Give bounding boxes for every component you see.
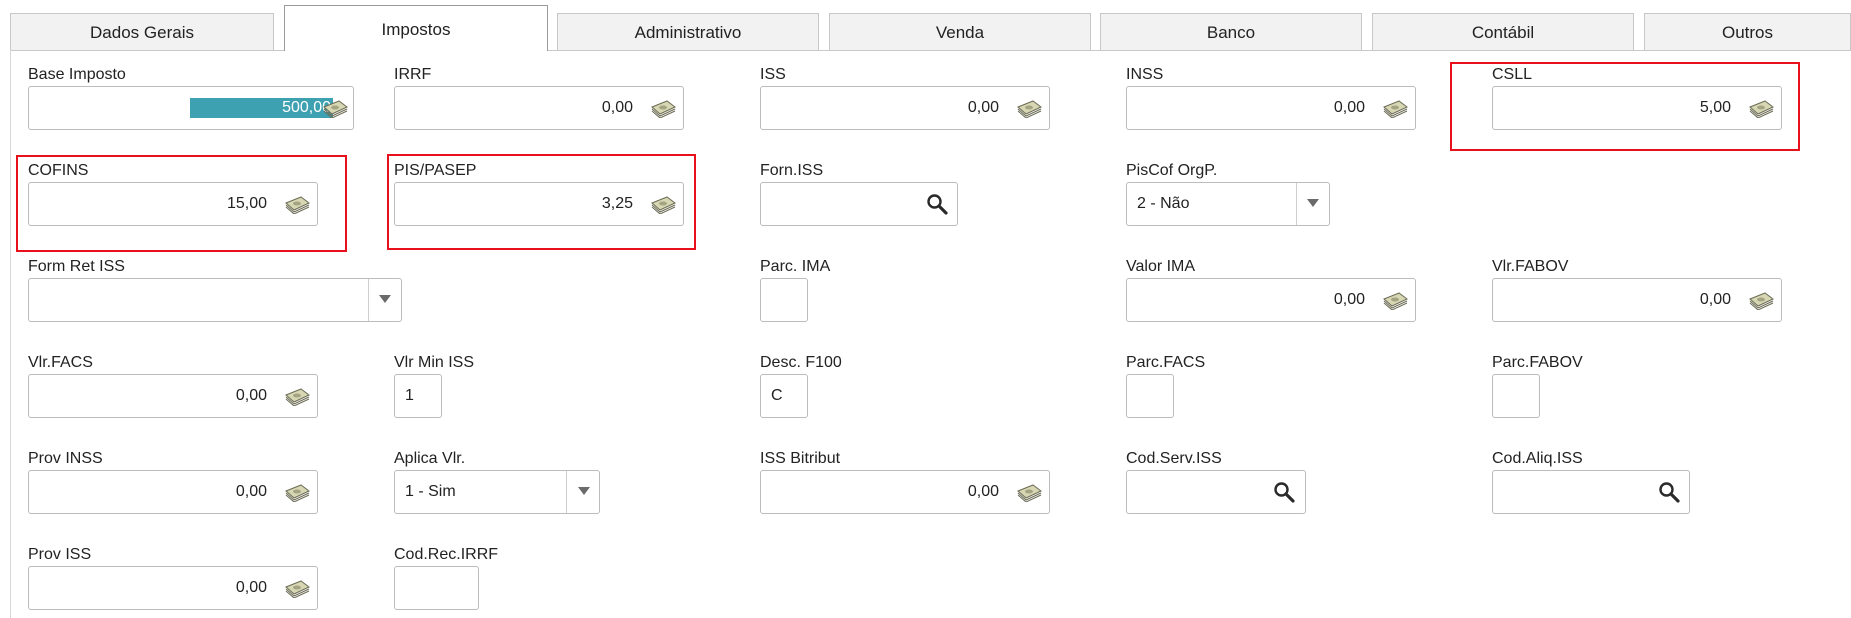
prov-iss-label: Prov ISS xyxy=(28,546,92,563)
piscof-orgp-select[interactable]: 2 - Não xyxy=(1126,182,1330,226)
valor-ima-label: Valor IMA xyxy=(1126,258,1196,275)
vlr-facs-label: Vlr.FACS xyxy=(28,354,93,371)
parc-ima-label: Parc. IMA xyxy=(760,258,831,275)
vlr-min-iss-label: Vlr Min ISS xyxy=(394,354,475,371)
vlr-min-iss-value: 1 xyxy=(405,387,414,404)
cod-aliq-iss-field[interactable] xyxy=(1492,470,1690,514)
dropdown-arrow-icon[interactable] xyxy=(1307,199,1319,207)
parc-fabov-label: Parc.FABOV xyxy=(1492,354,1583,371)
aplica-vlr-label: Aplica Vlr. xyxy=(394,450,466,467)
money-icon[interactable] xyxy=(321,98,349,118)
form-ret-iss-label: Form Ret ISS xyxy=(28,258,125,275)
dropdown-separator xyxy=(566,471,567,513)
vlr-fabov-value: 0,00 xyxy=(1699,291,1731,308)
prov-inss-value: 0,00 xyxy=(235,483,267,500)
dropdown-separator xyxy=(1296,183,1297,225)
forn-iss-field[interactable] xyxy=(760,182,958,226)
iss-bitribut-value: 0,00 xyxy=(967,483,999,500)
forn-iss-label: Forn.ISS xyxy=(760,162,824,179)
tab-outros[interactable]: Outros xyxy=(1644,13,1851,50)
iss-bitribut-field[interactable]: 0,00 xyxy=(760,470,1050,514)
prov-iss-field[interactable]: 0,00 xyxy=(28,566,318,610)
cod-rec-irrf-field[interactable] xyxy=(394,566,479,610)
form-ret-iss-select[interactable] xyxy=(28,278,402,322)
parc-facs-field[interactable] xyxy=(1126,374,1174,418)
money-icon[interactable] xyxy=(1015,98,1043,118)
iss-bitribut-label: ISS Bitribut xyxy=(760,450,841,467)
vlr-fabov-field[interactable]: 0,00 xyxy=(1492,278,1782,322)
vlr-facs-field[interactable]: 0,00 xyxy=(28,374,318,418)
search-icon[interactable] xyxy=(1273,481,1295,503)
highlight-box-csll xyxy=(1450,62,1800,151)
parc-ima-field[interactable] xyxy=(760,278,808,322)
money-icon[interactable] xyxy=(1381,290,1409,310)
money-icon[interactable] xyxy=(1381,98,1409,118)
vlr-facs-value: 0,00 xyxy=(235,387,267,404)
search-icon[interactable] xyxy=(1658,481,1680,503)
highlight-box-cofins xyxy=(16,155,347,252)
dropdown-arrow-icon[interactable] xyxy=(578,487,590,495)
money-icon[interactable] xyxy=(649,98,677,118)
irrf-field[interactable]: 0,00 xyxy=(394,86,684,130)
dropdown-arrow-icon[interactable] xyxy=(379,295,391,303)
money-icon[interactable] xyxy=(1015,482,1043,502)
tab-venda[interactable]: Venda xyxy=(829,13,1091,50)
valor-ima-value: 0,00 xyxy=(1333,291,1365,308)
irrf-value: 0,00 xyxy=(601,99,633,116)
prov-inss-label: Prov INSS xyxy=(28,450,103,467)
inss-label: INSS xyxy=(1126,66,1164,83)
base-imposto-value: 500,00 xyxy=(190,98,333,118)
iss-field[interactable]: 0,00 xyxy=(760,86,1050,130)
piscof-orgp-label: PisCof OrgP. xyxy=(1126,162,1218,179)
valor-ima-field[interactable]: 0,00 xyxy=(1126,278,1416,322)
prov-iss-value: 0,00 xyxy=(235,579,267,596)
tab-contabil[interactable]: Contábil xyxy=(1372,13,1634,50)
desc-f100-label: Desc. F100 xyxy=(760,354,842,371)
irrf-label: IRRF xyxy=(394,66,432,83)
search-icon[interactable] xyxy=(926,193,948,215)
panel-border xyxy=(10,50,11,618)
iss-value: 0,00 xyxy=(967,99,999,116)
desc-f100-field[interactable]: C xyxy=(760,374,808,418)
dropdown-separator xyxy=(368,279,369,321)
money-icon[interactable] xyxy=(283,386,311,406)
piscof-orgp-value: 2 - Não xyxy=(1137,195,1190,212)
money-icon[interactable] xyxy=(283,578,311,598)
cod-serv-iss-field[interactable] xyxy=(1126,470,1306,514)
tab-administrativo[interactable]: Administrativo xyxy=(557,13,819,50)
parc-facs-label: Parc.FACS xyxy=(1126,354,1206,371)
prov-inss-field[interactable]: 0,00 xyxy=(28,470,318,514)
iss-label: ISS xyxy=(760,66,786,83)
vlr-min-iss-field[interactable]: 1 xyxy=(394,374,442,418)
cod-aliq-iss-label: Cod.Aliq.ISS xyxy=(1492,450,1583,467)
inss-field[interactable]: 0,00 xyxy=(1126,86,1416,130)
highlight-box-pis-pasep xyxy=(387,154,696,250)
tab-impostos[interactable]: Impostos xyxy=(284,5,548,51)
desc-f100-value: C xyxy=(771,387,783,404)
parc-fabov-field[interactable] xyxy=(1492,374,1540,418)
inss-value: 0,00 xyxy=(1333,99,1365,116)
money-icon[interactable] xyxy=(283,482,311,502)
tab-banco[interactable]: Banco xyxy=(1100,13,1362,50)
aplica-vlr-value: 1 - Sim xyxy=(405,483,456,500)
money-icon[interactable] xyxy=(1747,290,1775,310)
cod-serv-iss-label: Cod.Serv.ISS xyxy=(1126,450,1222,467)
cod-rec-irrf-label: Cod.Rec.IRRF xyxy=(394,546,499,563)
base-imposto-field[interactable]: 500,00 xyxy=(28,86,354,130)
aplica-vlr-select[interactable]: 1 - Sim xyxy=(394,470,600,514)
base-imposto-label: Base Imposto xyxy=(28,66,126,83)
vlr-fabov-label: Vlr.FABOV xyxy=(1492,258,1569,275)
tab-dados-gerais[interactable]: Dados Gerais xyxy=(10,13,274,50)
